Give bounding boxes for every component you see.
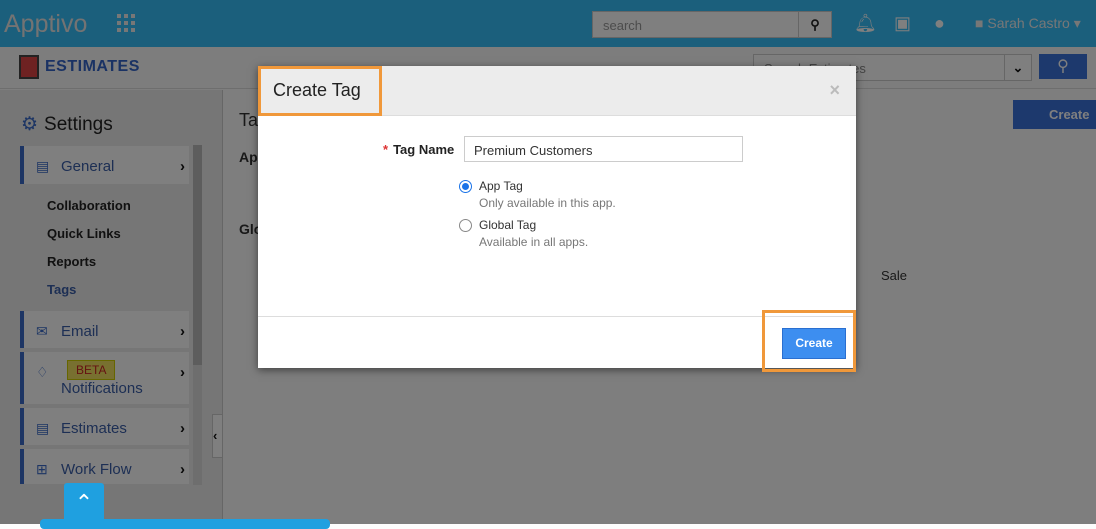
dialog-header: Create Tag × [258, 66, 856, 116]
app-tag-label[interactable]: App Tag [479, 179, 523, 193]
create-tag-dialog: Create Tag × * Tag Name Premium Customers… [258, 66, 856, 372]
close-icon[interactable]: × [829, 80, 840, 101]
tag-name-input[interactable]: Premium Customers [464, 136, 743, 162]
app-tag-description: Only available in this app. [479, 196, 616, 210]
global-tag-label[interactable]: Global Tag [479, 218, 536, 232]
dialog-title: Create Tag [258, 66, 382, 116]
create-button[interactable]: Create [782, 328, 846, 359]
create-button-highlight: Create [762, 310, 856, 372]
global-tag-description: Available in all apps. [479, 235, 589, 249]
tag-name-label: * Tag Name [383, 142, 455, 157]
global-tag-radio[interactable] [459, 219, 472, 232]
scroll-up-button[interactable]: ⌃ [64, 483, 104, 524]
app-tag-radio[interactable] [459, 180, 472, 193]
bottom-bar [40, 519, 330, 529]
